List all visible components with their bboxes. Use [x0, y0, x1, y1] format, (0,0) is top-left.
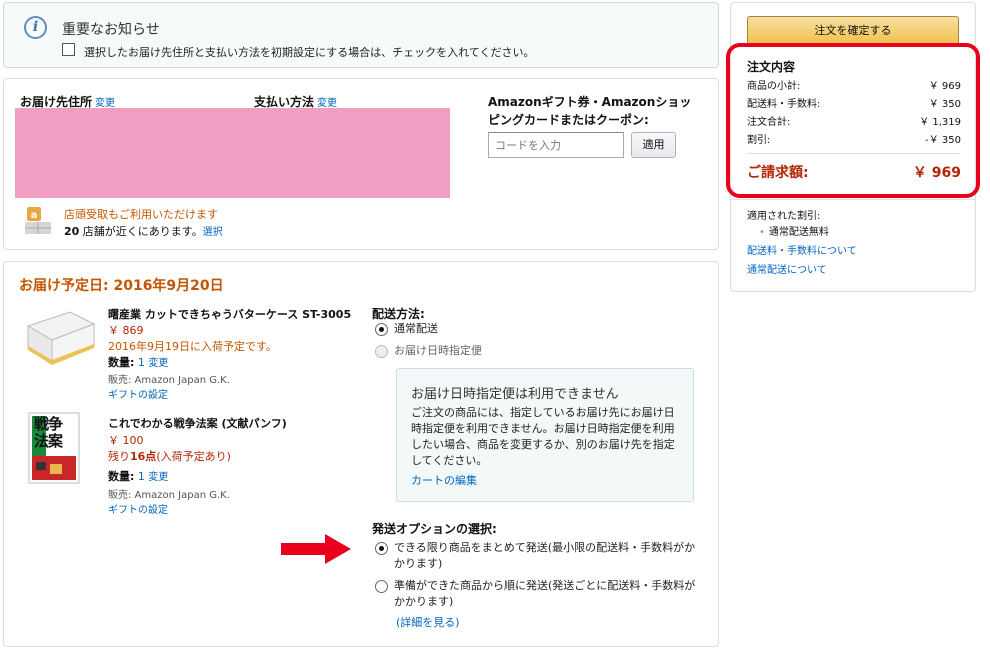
scheduled-delivery-radio — [375, 345, 388, 358]
unavailable-title: お届け日時指定便は利用できません — [411, 387, 619, 402]
details-link[interactable]: (詳細を見る) — [396, 614, 460, 630]
coupon-title: Amazonギフト券・Amazonショッピングカードまたはクーポン: — [488, 95, 692, 127]
place-order-button[interactable]: 注文を確定する — [747, 16, 959, 45]
amazon-locker-icon: a — [25, 207, 51, 234]
edit-cart-link[interactable]: カートの編集 — [411, 472, 477, 488]
quantity-label: 数量: — [108, 470, 135, 483]
stock-prefix: 残り — [108, 450, 130, 463]
applied-discount-item: 通常配送無料 — [759, 223, 829, 238]
delivery-method-title: 配送方法: — [372, 307, 425, 321]
default-setting-checkbox[interactable] — [62, 43, 75, 56]
redacted-address-block — [15, 108, 450, 198]
summary-value: -￥ 350 — [925, 135, 961, 146]
store-info: 20 店舗が近くにあります。選択 — [64, 223, 223, 239]
store-suffix: 店舗が近くにあります。 — [79, 225, 203, 238]
consolidated-shipping-radio[interactable] — [375, 542, 388, 555]
delivery-date: お届け予定日: 2016年9月20日 — [19, 278, 224, 294]
product-price: ￥ 869 — [108, 324, 144, 337]
product-availability: 残り16点(入荷予定あり) — [108, 448, 231, 464]
standard-delivery-label: 通常配送 — [394, 322, 438, 335]
shipping-option-title: 発送オプションの選択: — [372, 522, 497, 536]
quantity-row: 数量: 1 変更 — [108, 354, 168, 370]
stock-count: 16点 — [130, 450, 157, 463]
quantity-row: 数量: 1 変更 — [108, 468, 168, 484]
store-select-link[interactable]: 選択 — [203, 227, 223, 238]
pickup-text: 店頭受取もご利用いただけます — [64, 208, 218, 221]
quantity-value[interactable]: 1 — [138, 470, 145, 483]
butter-case-image — [26, 311, 96, 365]
summary-label: 割引: — [747, 135, 771, 146]
gift-settings-link[interactable]: ギフトの設定 — [108, 386, 168, 401]
standard-delivery-radio[interactable] — [375, 323, 388, 336]
product-seller: 販売: Amazon Japan G.K. — [108, 490, 230, 501]
svg-text:a: a — [31, 210, 38, 221]
product-price: ￥ 100 — [108, 434, 144, 447]
coupon-code-input[interactable] — [488, 132, 624, 158]
pamphlet-cover-text: 戦争法案 — [34, 415, 63, 450]
quantity-label: 数量: — [108, 356, 135, 369]
important-notice: i 重要なお知らせ 選択したお届け先住所と支払い方法を初期設定にする場合は、チェ… — [3, 2, 719, 68]
product-title[interactable]: 曙産業 カットできちゃうバターケース ST-3005 — [108, 306, 351, 322]
summary-value: ￥ 350 — [928, 99, 961, 110]
gift-settings-link[interactable]: ギフトの設定 — [108, 501, 168, 516]
shipping-fee-info-link[interactable]: 配送料・手数料について — [747, 242, 857, 257]
scheduled-delivery-label: お届け日時指定便 — [394, 344, 482, 357]
red-arrow-icon — [281, 534, 351, 564]
address-payment-section: お届け先住所 変更 支払い方法 変更 a 店頭受取もご利用いただけます 20 店舗が… — [3, 78, 719, 250]
shipment-section: お届け予定日: 2016年9月20日 曙産業 カットできちゃうバターケース ST… — [3, 261, 719, 647]
quantity-value[interactable]: 1 — [138, 356, 145, 369]
summary-row-order-total: 注文合計: ￥ 1,319 — [747, 113, 961, 128]
quantity-change-link[interactable]: 変更 — [148, 358, 168, 369]
quantity-change-link[interactable]: 変更 — [148, 472, 168, 483]
summary-row-discount: 割引: -￥ 350 — [747, 131, 961, 146]
order-summary: 注文を確定する 注文内容 商品の小計: ￥ 969 配送料・手数料: ￥ 350 注… — [730, 2, 976, 292]
apply-coupon-button[interactable]: 適用 — [631, 132, 676, 158]
summary-row-shipping: 配送料・手数料: ￥ 350 — [747, 95, 961, 110]
summary-title: 注文内容 — [747, 60, 796, 74]
ship-when-ready-label: 準備ができた商品から順に発送(発送ごとに配送料・手数料がかかります) — [394, 579, 696, 608]
summary-divider — [747, 153, 959, 154]
standard-shipping-info-link[interactable]: 通常配送について — [747, 261, 827, 276]
unavailable-message: ご注文の商品には、指定しているお届け先にお届け日時指定便を利用できません。お届け… — [411, 406, 675, 467]
product-title[interactable]: これでわかる戦争法案 (文献パンフ) — [108, 415, 287, 431]
summary-value: ￥ 969 — [928, 81, 961, 92]
applied-discount-title: 適用された割引: — [747, 211, 821, 222]
summary-separator — [731, 199, 975, 200]
summary-label: 注文合計: — [747, 117, 791, 128]
scheduled-unavailable-box: お届け日時指定便は利用できません ご注文の商品には、指定しているお届け先にお届け… — [396, 368, 694, 502]
grand-total: ご請求額: ￥ 969 — [747, 162, 961, 182]
ship-when-ready-radio[interactable] — [375, 580, 388, 593]
notice-title: 重要なお知らせ — [62, 22, 160, 38]
summary-row-subtotal: 商品の小計: ￥ 969 — [747, 77, 961, 92]
address-label: お届け先住所 — [20, 95, 93, 109]
stock-suffix: (入荷予定あり) — [156, 450, 231, 463]
product-availability: 2016年9月19日に入荷予定です。 — [108, 340, 277, 353]
grand-total-value: ￥ 969 — [912, 165, 961, 181]
store-count: 20 — [64, 225, 80, 238]
summary-value: ￥ 1,319 — [919, 117, 961, 128]
summary-label: 配送料・手数料: — [747, 99, 821, 110]
payment-label: 支払い方法 — [254, 95, 315, 109]
grand-total-label: ご請求額: — [747, 165, 809, 181]
summary-label: 商品の小計: — [747, 81, 801, 92]
consolidated-shipping-label: できる限り商品をまとめて発送(最小限の配送料・手数料がかかります) — [394, 541, 696, 570]
info-icon: i — [24, 16, 47, 39]
default-setting-label: 選択したお届け先住所と支払い方法を初期設定にする場合は、チェックを入れてください… — [84, 46, 535, 59]
product-seller: 販売: Amazon Japan G.K. — [108, 375, 230, 386]
